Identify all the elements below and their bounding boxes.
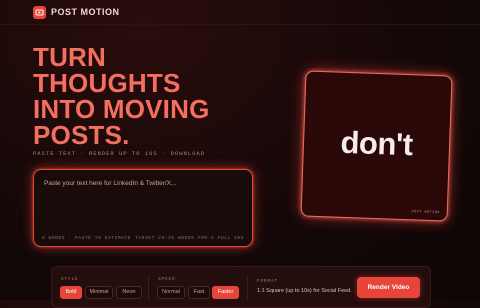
- speed-option-faster[interactable]: Faster: [212, 286, 239, 299]
- render-video-button[interactable]: Render Video: [357, 277, 420, 298]
- render-controls-bar: STYLE Bold Minimal Neon SPEED Normal Fas…: [51, 266, 431, 308]
- speed-label: SPEED: [158, 277, 176, 282]
- text-editor-panel: 0 WORDS · PASTE TO ESTIMATE TARGET 20–25…: [33, 169, 253, 247]
- video-preview: don't POST MOTION: [300, 70, 453, 222]
- speed-option-fast[interactable]: Fast: [188, 286, 210, 299]
- format-label: FORMAT: [257, 279, 279, 284]
- hero-title: TURN THOUGHTS INTO MOVING POSTS.: [33, 44, 210, 148]
- style-option-bold[interactable]: Bold: [60, 286, 82, 299]
- style-option-neon[interactable]: Neon: [116, 286, 142, 299]
- divider: [247, 275, 248, 301]
- word-count: 0 WORDS · PASTE TO ESTIMATE: [42, 236, 132, 241]
- top-bar: POST MOTION: [0, 0, 480, 25]
- format-select[interactable]: 1:1 Square (up to 10s) for Social Feed.: [257, 288, 352, 294]
- style-option-minimal[interactable]: Minimal: [85, 286, 113, 299]
- hero-title-line: THOUGHTS: [33, 68, 181, 98]
- hero-subtitle: PASTE TEXT · RENDER UP TO 10S · DOWNLOAD: [33, 150, 206, 157]
- speed-option-normal[interactable]: Normal: [157, 286, 185, 299]
- divider: [148, 275, 149, 301]
- preview-watermark: POST MOTION: [411, 210, 440, 216]
- target-hint: TARGET 20–25 WORDS FOR A FULL 10S: [135, 236, 244, 241]
- brand-name[interactable]: POST MOTION: [51, 7, 120, 17]
- film-play-icon: [33, 6, 46, 19]
- hero-title-line: TURN: [33, 42, 107, 72]
- hero-title-line: POSTS.: [33, 120, 130, 150]
- post-text-input[interactable]: [42, 178, 246, 226]
- hero-title-line: INTO MOVING: [33, 94, 210, 124]
- preview-word: don't: [339, 124, 414, 163]
- style-label: STYLE: [61, 277, 79, 282]
